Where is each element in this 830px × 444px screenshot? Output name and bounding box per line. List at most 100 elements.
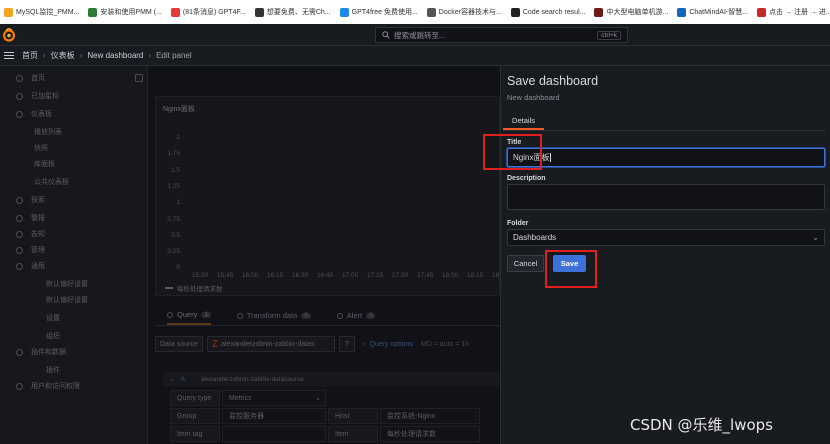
save-button[interactable]: Save bbox=[553, 255, 586, 272]
search-input[interactable]: 搜索或跳转至... ctrl+k bbox=[375, 27, 628, 43]
search-shortcut: ctrl+k bbox=[597, 30, 621, 40]
query-row-header[interactable]: ⌄ A alexanderzobnin-zabbix-datasource bbox=[163, 372, 500, 386]
y-tick-label: 0 bbox=[176, 264, 180, 272]
sidebar-item-label: 播放列表 bbox=[34, 129, 62, 136]
bookmark-label: 想要免费、无需Ch... bbox=[266, 9, 331, 16]
cancel-button[interactable]: Cancel bbox=[507, 255, 544, 272]
sidebar-item[interactable]: 快照 bbox=[34, 141, 48, 155]
dock-menu-icon[interactable] bbox=[135, 74, 143, 82]
y-tick-label: 2 bbox=[176, 134, 180, 141]
item-input[interactable]: 每秒处理请求数 bbox=[380, 426, 480, 442]
host-label-text: Host bbox=[335, 412, 350, 420]
panel-legend: 每秒处理请求数 bbox=[165, 283, 223, 293]
bookmark-favicon-icon bbox=[88, 7, 98, 17]
sidebar-item[interactable]: 默认偏好设置 bbox=[46, 293, 88, 307]
group-label: Group bbox=[170, 408, 220, 424]
nav-icon bbox=[16, 382, 23, 390]
y-tick-label: 1.5 bbox=[170, 166, 180, 174]
sidebar-item[interactable]: 播放列表 bbox=[34, 125, 62, 139]
group-label-text: Group bbox=[177, 412, 197, 420]
sidebar-item[interactable]: 仪表板 bbox=[16, 107, 52, 121]
sidebar-item-label: 仪表板 bbox=[31, 111, 52, 118]
bookmark-favicon-icon bbox=[510, 7, 520, 17]
bookmark-item[interactable]: 安装和使用PMM (... bbox=[88, 7, 162, 17]
bookmark-favicon-icon bbox=[757, 7, 767, 17]
sidebar-item-label: 管理 bbox=[31, 247, 45, 254]
item-label: Item bbox=[328, 426, 378, 442]
x-tick-label: 16:15 bbox=[267, 272, 284, 279]
bookmark-label: ChatMindAI-智慧... bbox=[689, 9, 749, 16]
menu-icon[interactable] bbox=[4, 51, 14, 60]
tab-alert-count: 0 bbox=[366, 312, 376, 319]
sidebar-item[interactable]: 默认偏好设置 bbox=[46, 277, 88, 291]
bookmark-item[interactable]: (81条消息) GPT4F... bbox=[170, 7, 246, 17]
bookmark-item[interactable]: 中大型电脑单机游... bbox=[594, 7, 668, 17]
bookmark-favicon-icon bbox=[254, 7, 264, 17]
query-options-button[interactable]: Query options bbox=[369, 341, 413, 348]
sidebar-item[interactable]: 首页 bbox=[16, 71, 45, 85]
sidebar-item[interactable]: 公共仪表板 bbox=[34, 175, 69, 189]
bookmark-label: (81条消息) GPT4F... bbox=[182, 9, 246, 16]
tab-alert[interactable]: Alert 0 bbox=[336, 306, 376, 325]
breadcrumb-new-dashboard[interactable]: New dashboard bbox=[87, 51, 143, 60]
nav-icon bbox=[16, 262, 23, 270]
bookmark-label: 安装和使用PMM (... bbox=[100, 9, 162, 16]
bookmark-item[interactable]: Docker容器技术与... bbox=[426, 7, 502, 17]
sidebar-item[interactable]: 警报 bbox=[16, 211, 45, 225]
group-input[interactable]: 监控服务器 bbox=[222, 408, 326, 424]
sidebar-item-label: 插件 bbox=[46, 367, 60, 374]
tab-divider bbox=[503, 130, 825, 131]
drawer-title: Save dashboard bbox=[507, 74, 599, 88]
sidebar-item[interactable]: 已加星标 bbox=[16, 89, 59, 103]
tab-details[interactable]: Details bbox=[503, 113, 544, 130]
item-tag-label-text: Item tag bbox=[177, 430, 203, 438]
item-tag-input[interactable] bbox=[222, 426, 326, 442]
query-letter: A bbox=[180, 375, 185, 383]
tab-transform[interactable]: Transform data 0 bbox=[236, 306, 311, 325]
host-input[interactable]: 监控系统-Nginx bbox=[380, 408, 480, 424]
sidebar-item[interactable]: 探索 bbox=[16, 193, 45, 207]
breadcrumb-home[interactable]: 首页 bbox=[22, 50, 38, 61]
bookmark-item[interactable]: Code search resul... bbox=[510, 7, 585, 17]
y-tick-label: 1.25 bbox=[167, 182, 180, 190]
x-tick-label: 17:00 bbox=[342, 272, 359, 279]
bookmark-item[interactable]: MySQL监控_PMM... bbox=[4, 7, 79, 17]
folder-select[interactable]: Dashboards ⌄ bbox=[507, 229, 825, 246]
query-type-select[interactable]: Metrics ⌄ bbox=[222, 390, 326, 406]
grafana-logo-icon[interactable] bbox=[3, 28, 15, 42]
x-tick-label: 16:00 bbox=[242, 272, 259, 279]
data-source-picker[interactable]: Zalexanderzobnin-zabbix-datas bbox=[207, 336, 335, 352]
sidebar-item-label: 库面板 bbox=[34, 161, 55, 168]
nav-icon bbox=[16, 230, 23, 238]
sidebar-item-label: 插件和数据 bbox=[31, 349, 66, 356]
sidebar-item-label: 警报 bbox=[31, 215, 45, 222]
watermark: CSDN @乐维_lwops bbox=[630, 416, 773, 434]
sidebar-item[interactable]: 通用 bbox=[16, 259, 45, 273]
bookmark-item[interactable]: GPT4free 免费使用... bbox=[339, 7, 418, 17]
tab-alert-label: Alert bbox=[346, 311, 363, 320]
sidebar-item[interactable]: 库面板 bbox=[34, 157, 55, 171]
tab-query[interactable]: Query 1 bbox=[167, 306, 211, 325]
y-tick-label: 0.25 bbox=[167, 248, 180, 256]
sidebar-item[interactable]: 插件和数据 bbox=[16, 345, 66, 359]
sidebar-item[interactable]: 插件 bbox=[46, 363, 60, 377]
sidebar-item[interactable]: 用户和访问权限 bbox=[16, 379, 80, 393]
sidebar-item[interactable]: 管理 bbox=[16, 243, 45, 257]
bookmark-item[interactable]: ChatMindAI-智慧... bbox=[677, 7, 748, 17]
sidebar-item[interactable]: 设置 bbox=[46, 311, 60, 325]
x-tick-label: 17:15 bbox=[367, 272, 384, 279]
help-icon[interactable]: ? bbox=[339, 336, 355, 352]
bookmark-label: GPT4free 免费使用... bbox=[351, 9, 418, 16]
sidebar: 首页 已加星标 仪表板 播放列表 快照 库面板 公共仪表板 探索 警报 告知 管理 通用 默认偏好设置默… bbox=[0, 66, 148, 444]
item-tag-label: Item tag bbox=[170, 426, 220, 442]
nav-icon bbox=[16, 214, 23, 222]
sidebar-item[interactable]: 告知 bbox=[16, 227, 45, 241]
description-textarea[interactable] bbox=[507, 184, 825, 210]
sidebar-item[interactable]: 组织 bbox=[46, 329, 60, 343]
text-caret bbox=[550, 153, 552, 162]
bookmark-item[interactable]: 想要免费、无需Ch... bbox=[254, 7, 331, 17]
title-input[interactable]: Nginx面板 bbox=[507, 148, 825, 167]
breadcrumb-dashboards[interactable]: 仪表板 bbox=[51, 50, 75, 61]
sidebar-item-label: 用户和访问权限 bbox=[31, 383, 80, 390]
bookmark-item[interactable]: 点击 → 注册 → 进... bbox=[757, 7, 830, 17]
